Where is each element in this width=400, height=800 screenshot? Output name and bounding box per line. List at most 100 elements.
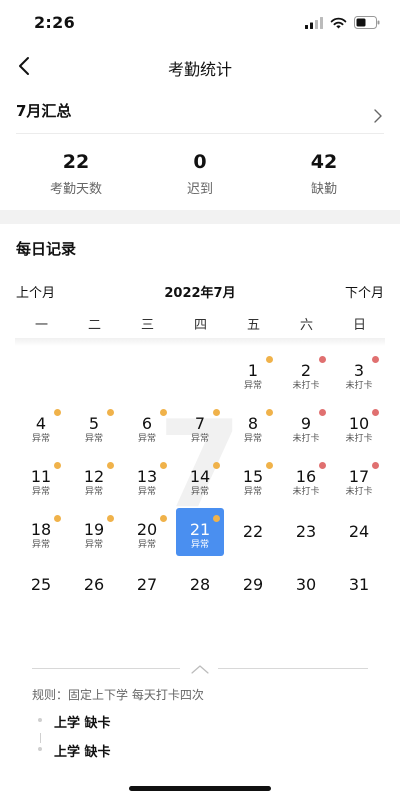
day-number: 1 [247,361,259,380]
calendar-day-12[interactable]: 12 异常 [70,455,118,503]
day-number: 2 [300,361,312,380]
day-number: 14 [189,467,211,486]
day-status: 未打卡 [292,487,320,497]
day-number: 22 [242,522,264,541]
summary-stats: 22 考勤天数 0 迟到 42 缺勤 [0,150,400,206]
calendar-day-1[interactable]: 1 异常 [229,349,277,397]
nav-bar: 考勤统计 [0,44,400,88]
prev-month-button[interactable]: 上个月 [16,282,55,301]
calendar-day-23[interactable]: 23 [282,508,330,556]
calendar-day-14[interactable]: 14 异常 [176,455,224,503]
abnormal-dot-indicator [54,515,61,522]
status-bar: 2:26 [0,0,400,44]
day-number: 28 [189,575,211,594]
calendar-day-28[interactable]: 28 [176,561,224,609]
calendar-day-8[interactable]: 8 异常 [229,402,277,450]
weekday-shadow [15,338,385,346]
day-number: 29 [242,575,264,594]
rule-dot [38,718,42,722]
monthly-summary-header[interactable]: 7月汇总 [16,94,384,134]
missing-dot-indicator [372,462,379,469]
day-number: 19 [83,520,105,539]
day-number: 20 [136,520,158,539]
day-number: 3 [353,361,365,380]
daily-records-title: 每日记录 [16,240,77,258]
calendar-day-6[interactable]: 6 异常 [123,402,171,450]
calendar-day-10[interactable]: 10 未打卡 [335,402,383,450]
day-number: 11 [30,467,52,486]
calendar-day-11[interactable]: 11 异常 [17,455,65,503]
missing-dot-indicator [319,409,326,416]
calendar-day-24[interactable]: 24 [335,508,383,556]
section-divider [0,210,400,224]
calendar-day-3[interactable]: 3 未打卡 [335,349,383,397]
day-number: 26 [83,575,105,594]
day-number: 15 [242,467,264,486]
day-status: 异常 [84,540,103,550]
calendar-day-18[interactable]: 18 异常 [17,508,65,556]
calendar-day-13[interactable]: 13 异常 [123,455,171,503]
day-status: 异常 [190,434,209,444]
rule-item: 上学 缺卡 [54,716,111,731]
calendar-day-31[interactable]: 31 [335,561,383,609]
calendar-grid: 7 1 异常 2 未打卡 3 未打卡 4 异常 5 异常 6 异常 7 异常 8 异常 9 未打卡 10 未打卡 11 异… [15,346,385,616]
status-icons [305,16,380,29]
day-status: 异常 [137,540,156,550]
day-number: 16 [295,467,317,486]
rules-text: 规则：固定上下学 每天打卡四次 [32,688,204,702]
calendar-day-21[interactable]: 21 异常 [176,508,224,556]
day-status: 异常 [31,487,50,497]
day-status: 异常 [243,381,262,391]
day-number: 6 [141,414,153,433]
home-indicator [129,786,271,791]
day-number: 9 [300,414,312,433]
abnormal-dot-indicator [213,462,220,469]
day-status: 异常 [137,487,156,497]
day-number: 7 [194,414,206,433]
calendar-day-29[interactable]: 29 [229,561,277,609]
day-number: 17 [348,467,370,486]
battery-icon [354,16,380,29]
weekday-label: 一 [34,318,48,333]
day-status: 异常 [84,434,103,444]
calendar-day-5[interactable]: 5 异常 [70,402,118,450]
divider-line [32,668,180,669]
calendar-day-22[interactable]: 22 [229,508,277,556]
calendar-day-19[interactable]: 19 异常 [70,508,118,556]
next-month-button[interactable]: 下个月 [345,282,384,301]
calendar-day-25[interactable]: 25 [17,561,65,609]
chevron-right-icon [374,109,382,123]
day-number: 10 [348,414,370,433]
calendar-day-20[interactable]: 20 异常 [123,508,171,556]
calendar-day-15[interactable]: 15 异常 [229,455,277,503]
weekday-label: 五 [246,318,260,333]
day-status: 异常 [190,487,209,497]
day-status: 未打卡 [345,434,373,444]
weekday-label: 六 [299,318,313,333]
day-status: 未打卡 [345,381,373,391]
stat-absent: 42 缺勤 [274,150,374,197]
calendar-day-2[interactable]: 2 未打卡 [282,349,330,397]
day-number: 23 [295,522,317,541]
chevron-up-icon[interactable] [189,662,211,676]
day-number: 25 [30,575,52,594]
calendar-day-4[interactable]: 4 异常 [17,402,65,450]
calendar-day-16[interactable]: 16 未打卡 [282,455,330,503]
rule-dot [38,747,42,751]
calendar-day-27[interactable]: 27 [123,561,171,609]
stat-label: 缺勤 [310,182,337,197]
day-status: 异常 [84,487,103,497]
missing-dot-indicator [372,356,379,363]
calendar-day-30[interactable]: 30 [282,561,330,609]
calendar-day-7[interactable]: 7 异常 [176,402,224,450]
abnormal-dot-indicator [266,356,273,363]
day-number: 21 [189,520,211,539]
stat-value: 0 [193,151,207,173]
day-number: 30 [295,575,317,594]
calendar-day-9[interactable]: 9 未打卡 [282,402,330,450]
abnormal-dot-indicator [266,462,273,469]
weekday-label: 四 [193,318,207,333]
calendar-day-26[interactable]: 26 [70,561,118,609]
calendar-day-17[interactable]: 17 未打卡 [335,455,383,503]
day-status: 异常 [190,540,209,550]
